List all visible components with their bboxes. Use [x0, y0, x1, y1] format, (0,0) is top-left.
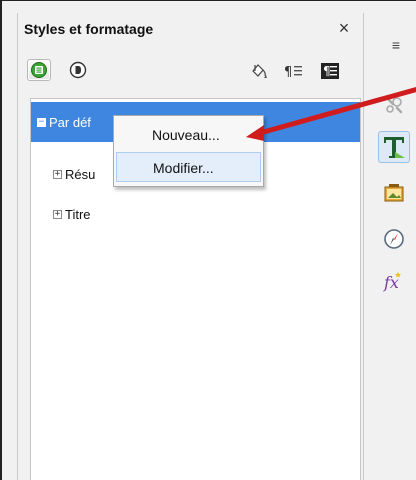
sidebar-menu-button[interactable]: ≡ — [384, 33, 408, 57]
tools-button[interactable] — [382, 93, 406, 117]
menu-item-new[interactable]: Nouveau... — [116, 120, 261, 150]
update-style-button[interactable]: ¶ — [318, 60, 342, 82]
tools-icon — [385, 96, 403, 114]
svg-text:¶: ¶ — [284, 65, 292, 79]
functions-button[interactable]: fx — [382, 269, 406, 293]
tree-item-label: Par déf — [49, 114, 91, 130]
character-styles-icon — [69, 61, 87, 79]
new-style-from-selection-button[interactable]: ¶ — [282, 60, 306, 82]
sidebar-deck: ≡ fx — [364, 13, 416, 480]
menu-item-modify[interactable]: Modifier... — [116, 152, 261, 182]
styles-button[interactable] — [378, 131, 410, 163]
update-style-icon: ¶ — [321, 63, 339, 79]
tree-item-resume[interactable]: + Résu — [53, 164, 95, 184]
navigator-icon — [384, 229, 404, 249]
panel-title: Styles et formatage — [24, 21, 154, 37]
fill-format-icon — [252, 64, 267, 78]
expand-icon[interactable]: + — [53, 169, 62, 179]
navigator-button[interactable] — [382, 227, 406, 251]
paragraph-styles-button[interactable] — [27, 59, 51, 81]
collapse-icon[interactable]: − — [37, 117, 46, 127]
svg-text:¶: ¶ — [323, 64, 331, 78]
tree-item-label: Résu — [65, 166, 96, 182]
expand-icon[interactable]: + — [53, 209, 62, 219]
fill-format-button[interactable] — [248, 60, 272, 82]
character-styles-button[interactable] — [66, 59, 90, 81]
paragraph-styles-icon — [31, 62, 47, 78]
context-menu: Nouveau... Modifier... — [113, 115, 264, 187]
tree-item-label: Titre — [65, 206, 91, 222]
functions-icon: fx — [383, 272, 401, 292]
new-style-from-selection-icon: ¶ — [284, 65, 302, 79]
close-button[interactable]: × — [335, 18, 353, 38]
styles-icon — [384, 137, 405, 158]
gallery-button[interactable] — [382, 181, 406, 205]
tree-item-titre[interactable]: + Titre — [53, 204, 91, 224]
window-frame: Styles et formatage × ¶ ¶ − Par déf + Ré… — [0, 0, 416, 480]
gallery-icon — [384, 184, 404, 202]
